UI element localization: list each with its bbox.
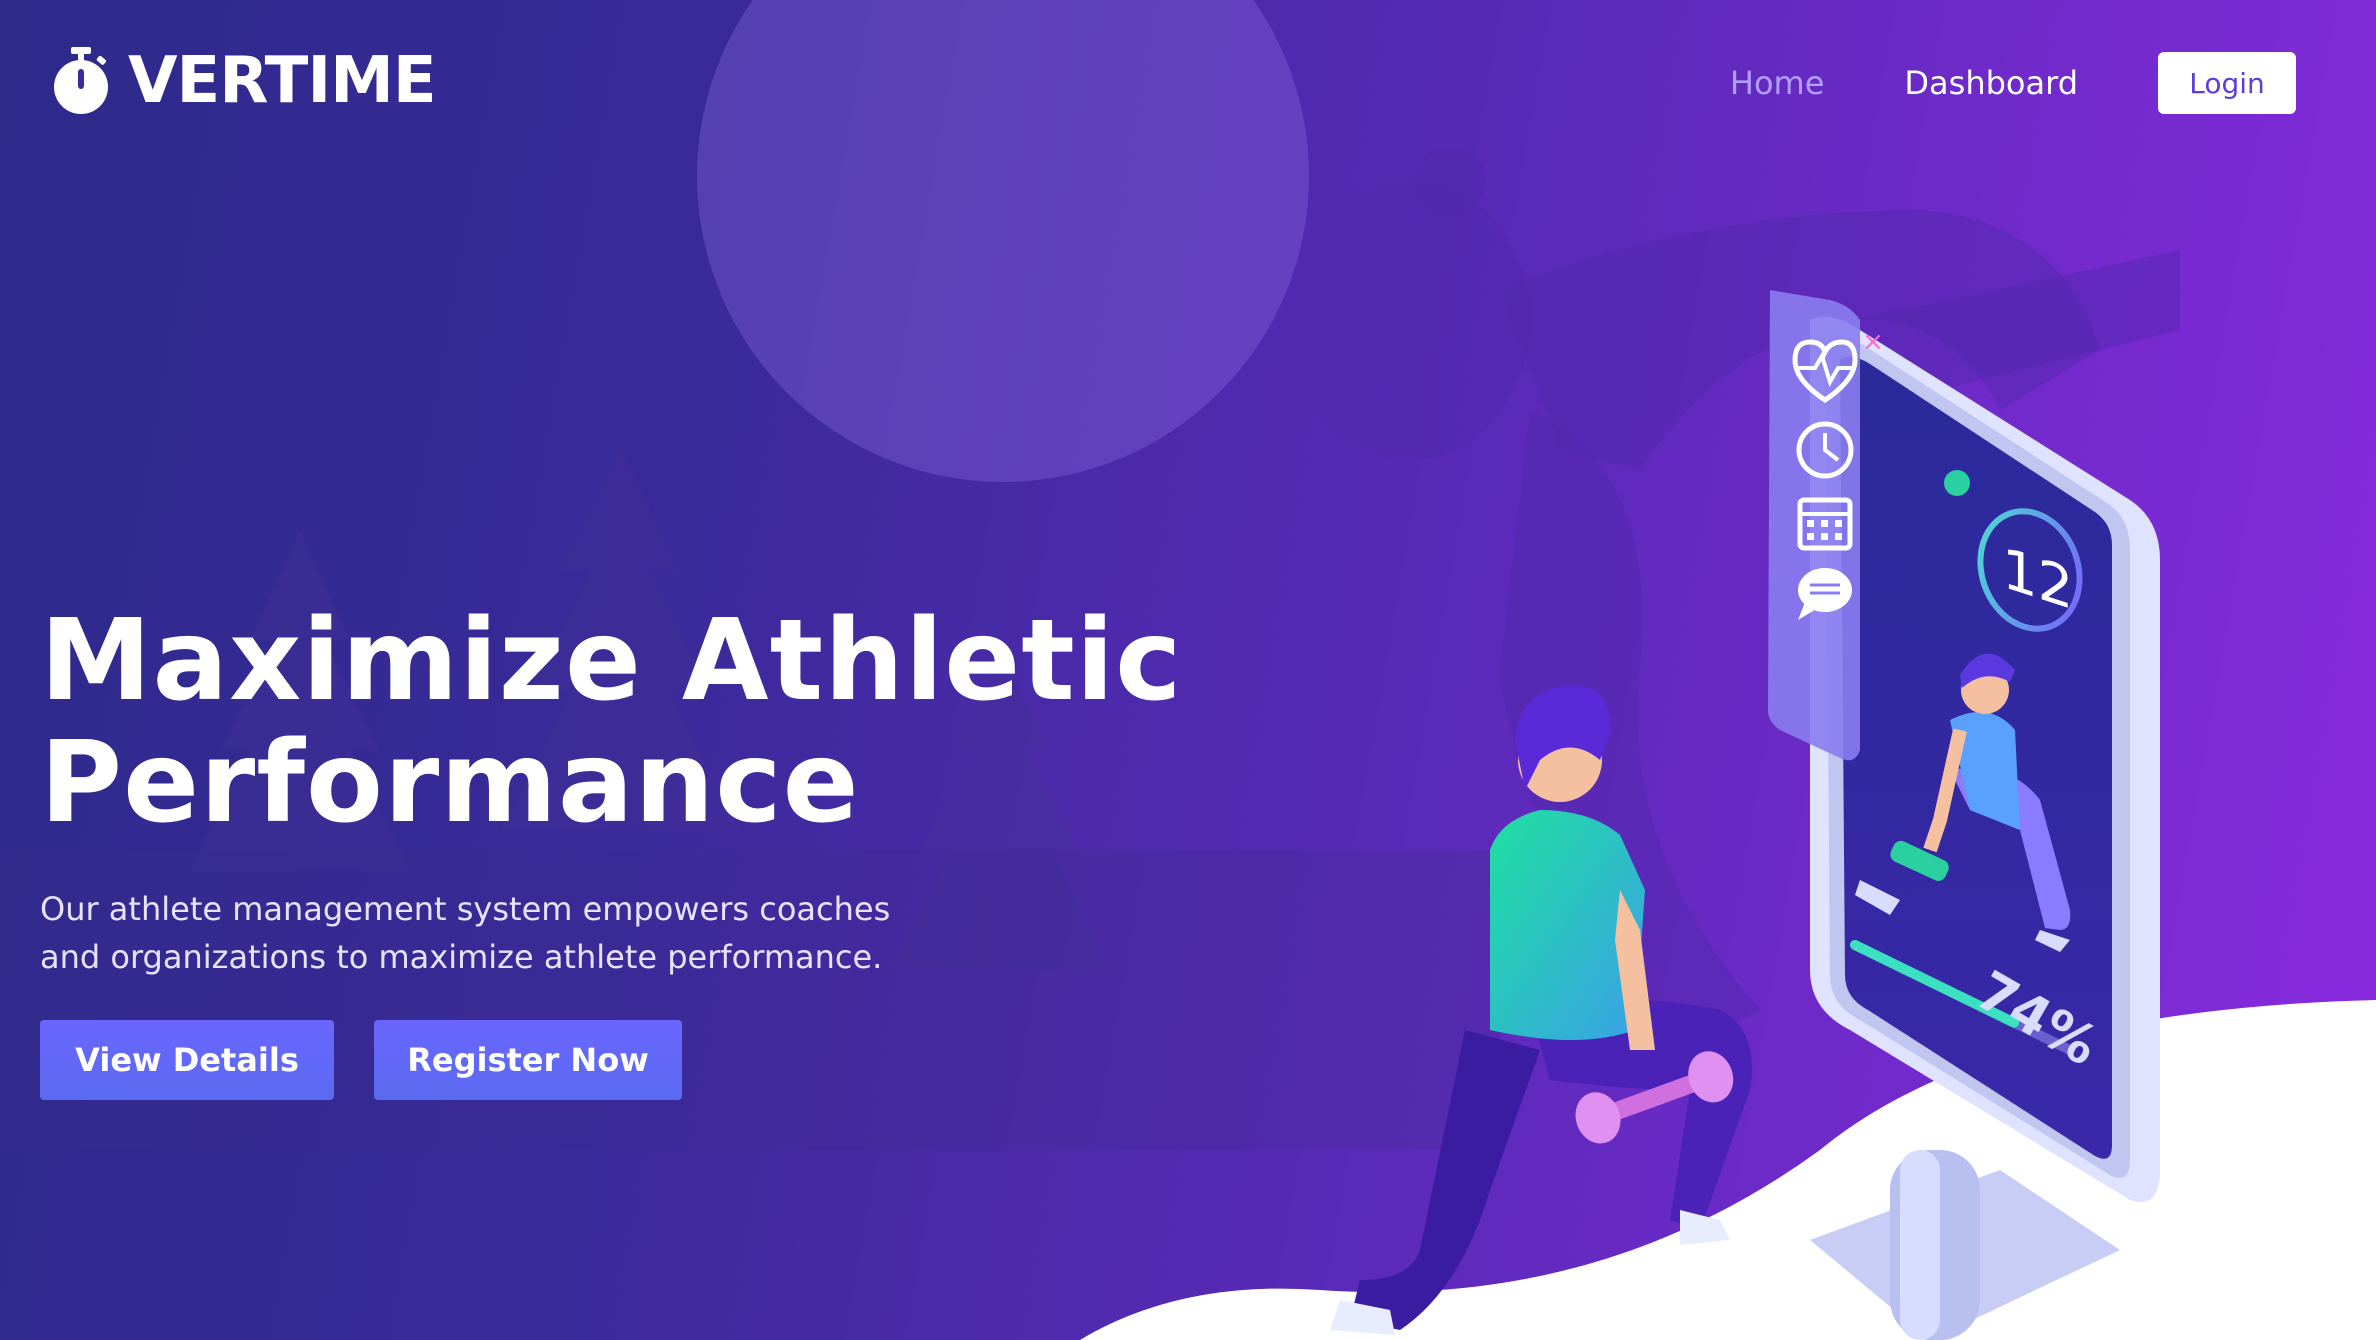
stopwatch-icon xyxy=(54,47,108,114)
hero-title-line2: Performance xyxy=(40,718,860,848)
foreground-athlete xyxy=(1330,685,1752,1335)
hero-title: Maximize Athletic Performance xyxy=(40,600,1290,844)
main-nav: Home Dashboard Login xyxy=(1730,52,2296,114)
phone-stand xyxy=(1810,1150,2120,1340)
nav-dashboard-link[interactable]: Dashboard xyxy=(1904,52,2078,114)
hero-subtitle: Our athlete management system empowers c… xyxy=(40,890,891,976)
hero-title-line1: Maximize Athletic xyxy=(40,596,1183,726)
register-now-button[interactable]: Register Now xyxy=(374,1020,682,1100)
login-button[interactable]: Login xyxy=(2158,52,2296,114)
landing-page: VERTIME Home Dashboard Login Maximize At… xyxy=(0,0,2376,1340)
view-details-button[interactable]: View Details xyxy=(40,1020,334,1100)
status-dot xyxy=(1944,470,1970,496)
brand-name: VERTIME xyxy=(128,44,437,118)
svg-text:×: × xyxy=(1862,327,1884,357)
nav-home-link[interactable]: Home xyxy=(1730,52,1825,114)
brand-logo[interactable]: VERTIME xyxy=(50,44,437,118)
fitness-illustration: × 12 74% xyxy=(1330,290,2160,1340)
